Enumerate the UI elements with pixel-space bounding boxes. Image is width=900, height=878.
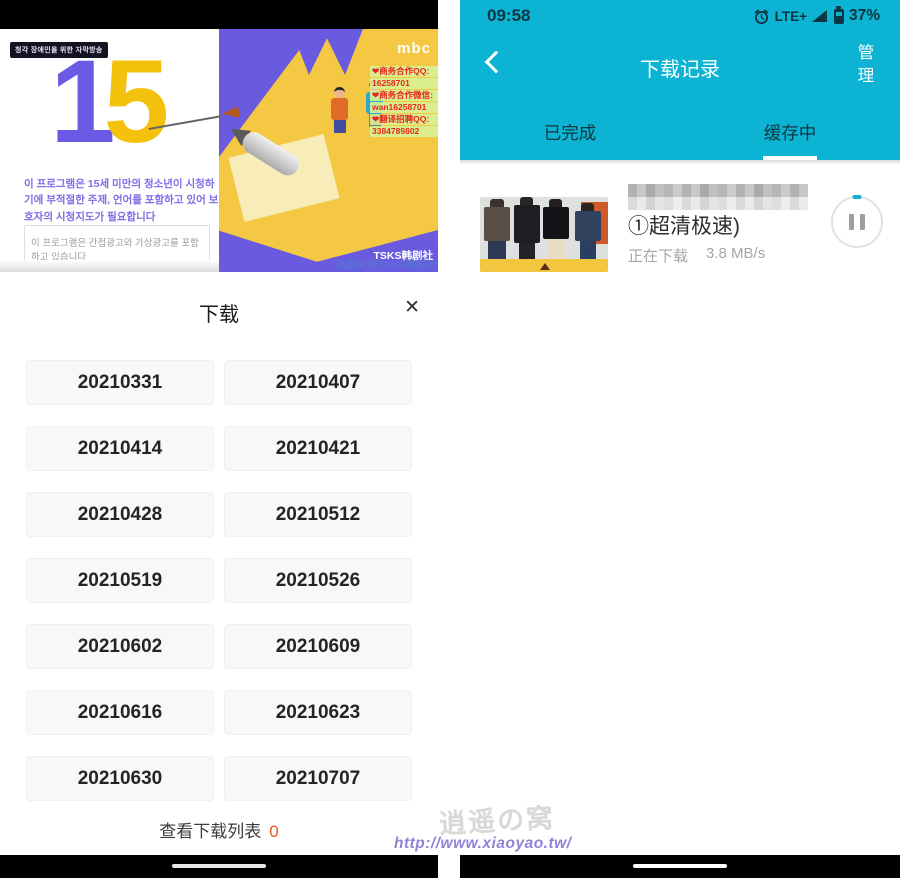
thumbnail-figure — [575, 203, 601, 259]
view-download-list-label: 查看下载列表 — [159, 822, 261, 841]
battery-percent: 37% — [849, 7, 880, 25]
tab-缓存中[interactable]: 缓存中 — [680, 104, 900, 160]
page-title: 下载记录 — [460, 53, 900, 82]
episode-button[interactable]: 20210407 — [224, 360, 412, 405]
rating-digit-1: 1 — [50, 36, 104, 168]
tab-label: 缓存中 — [764, 120, 817, 145]
tab-已完成[interactable]: 已完成 — [460, 104, 680, 160]
status-time: 09:58 — [487, 6, 530, 26]
right-navigation-bar — [460, 855, 900, 878]
age-rating-15: 15 — [50, 43, 157, 161]
subtitle-group-watermark: 凤凰天使TSKS韩剧社 — [335, 257, 437, 272]
promo-contact-block: ❤商务合作QQ:16258701❤商务合作微信:wan16258701❤翻译招聘… — [370, 66, 438, 138]
pause-icon — [849, 214, 854, 230]
promo-line: ❤翻译招聘QQ: — [370, 114, 438, 125]
item-quality-line: ①超清极速) — [628, 210, 740, 240]
episode-button[interactable]: 20210526 — [224, 558, 412, 603]
left-status-bar — [0, 0, 438, 29]
episode-button[interactable]: 20210519 — [26, 558, 214, 603]
signal-icon — [812, 10, 827, 22]
alarm-icon — [753, 8, 770, 25]
promo-line: wan16258701 — [370, 102, 438, 113]
episode-button[interactable]: 20210609 — [224, 624, 412, 669]
promo-line: 16258701 — [370, 78, 438, 89]
screenshot-root: 청각 장애인을 위한 자막방송 15 이 프로그램은 15세 미만의 청소년이 … — [0, 0, 900, 878]
promo-line: ❤商务合作QQ: — [370, 66, 438, 77]
episode-button[interactable]: 20210630 — [26, 756, 214, 801]
battery-icon — [834, 9, 844, 24]
episode-button[interactable]: 20210512 — [224, 492, 412, 537]
thumbnail-figure — [543, 199, 569, 263]
episode-button[interactable]: 20210428 — [26, 492, 214, 537]
frame-bottom-fade — [0, 260, 219, 272]
status-icons: LTE+ 37% — [753, 6, 880, 26]
purple-zigzag — [291, 29, 363, 75]
tab-bar: 已完成 缓存中 — [460, 104, 900, 160]
pause-icon — [860, 214, 865, 230]
left-phone-screen: 청각 장애인을 위한 자막방송 15 이 프로그램은 15세 미만의 청소년이 … — [0, 0, 438, 878]
site-watermark-url: http://www.xiaoyao.tw/ — [394, 835, 572, 853]
close-icon[interactable]: ✕ — [404, 296, 420, 319]
promo-line: 3384789802 — [370, 126, 438, 137]
episode-button[interactable]: 20210602 — [26, 624, 214, 669]
downloading-status-label: 正在下载 — [628, 245, 688, 266]
pause-button[interactable] — [831, 196, 883, 248]
episode-grid: 2021033120210407202104142021042120210428… — [26, 360, 412, 801]
tab-label: 已完成 — [544, 120, 597, 145]
rating-notice-text: 이 프로그램은 15세 미만의 청소년이 시청하기에 부적절한 주제, 언어를 … — [24, 176, 220, 225]
download-count-badge: 0 — [269, 822, 278, 841]
left-navigation-bar — [0, 855, 438, 878]
rating-digit-5: 5 — [104, 36, 158, 168]
censored-title-mosaic — [628, 184, 808, 210]
thumbnail-figure — [484, 199, 510, 263]
download-speed: 3.8 MB/s — [706, 245, 765, 266]
video-art-yellow-card: mbc ❤商务合作QQ:16258701❤商务合作微信:wan16258701❤… — [219, 29, 438, 272]
download-list-footer[interactable]: 查看下载列表 0 — [0, 817, 438, 842]
thumb-triangle-detail — [540, 263, 550, 270]
episode-button[interactable]: 20210414 — [26, 426, 214, 471]
home-indicator[interactable] — [172, 864, 266, 868]
cartoon-character-1 — [331, 87, 349, 133]
mbc-logo: mbc — [397, 40, 431, 57]
episode-button[interactable]: 20210331 — [26, 360, 214, 405]
episode-button[interactable]: 20210623 — [224, 690, 412, 735]
manage-button[interactable]: 管理 — [856, 42, 876, 88]
right-phone-screen: 09:58 LTE+ 37% 下载记录 管理 已完成 缓存中 — [460, 0, 900, 878]
thumbnail-figure — [514, 197, 540, 263]
download-panel-title: 下载 — [0, 298, 438, 327]
episode-button[interactable]: 20210421 — [224, 426, 412, 471]
download-item-thumbnail[interactable] — [480, 197, 608, 272]
promo-line: ❤商务合作微信: — [370, 90, 438, 101]
video-player-frame[interactable]: 청각 장애인을 위한 자막방송 15 이 프로그램은 15세 미만의 청소년이 … — [0, 29, 438, 272]
home-indicator[interactable] — [633, 864, 727, 868]
item-status-row: 正在下载 3.8 MB/s — [628, 245, 765, 266]
network-type-label: LTE+ — [775, 9, 807, 24]
episode-button[interactable]: 20210707 — [224, 756, 412, 801]
episode-button[interactable]: 20210616 — [26, 690, 214, 735]
header-shadow — [460, 160, 900, 165]
